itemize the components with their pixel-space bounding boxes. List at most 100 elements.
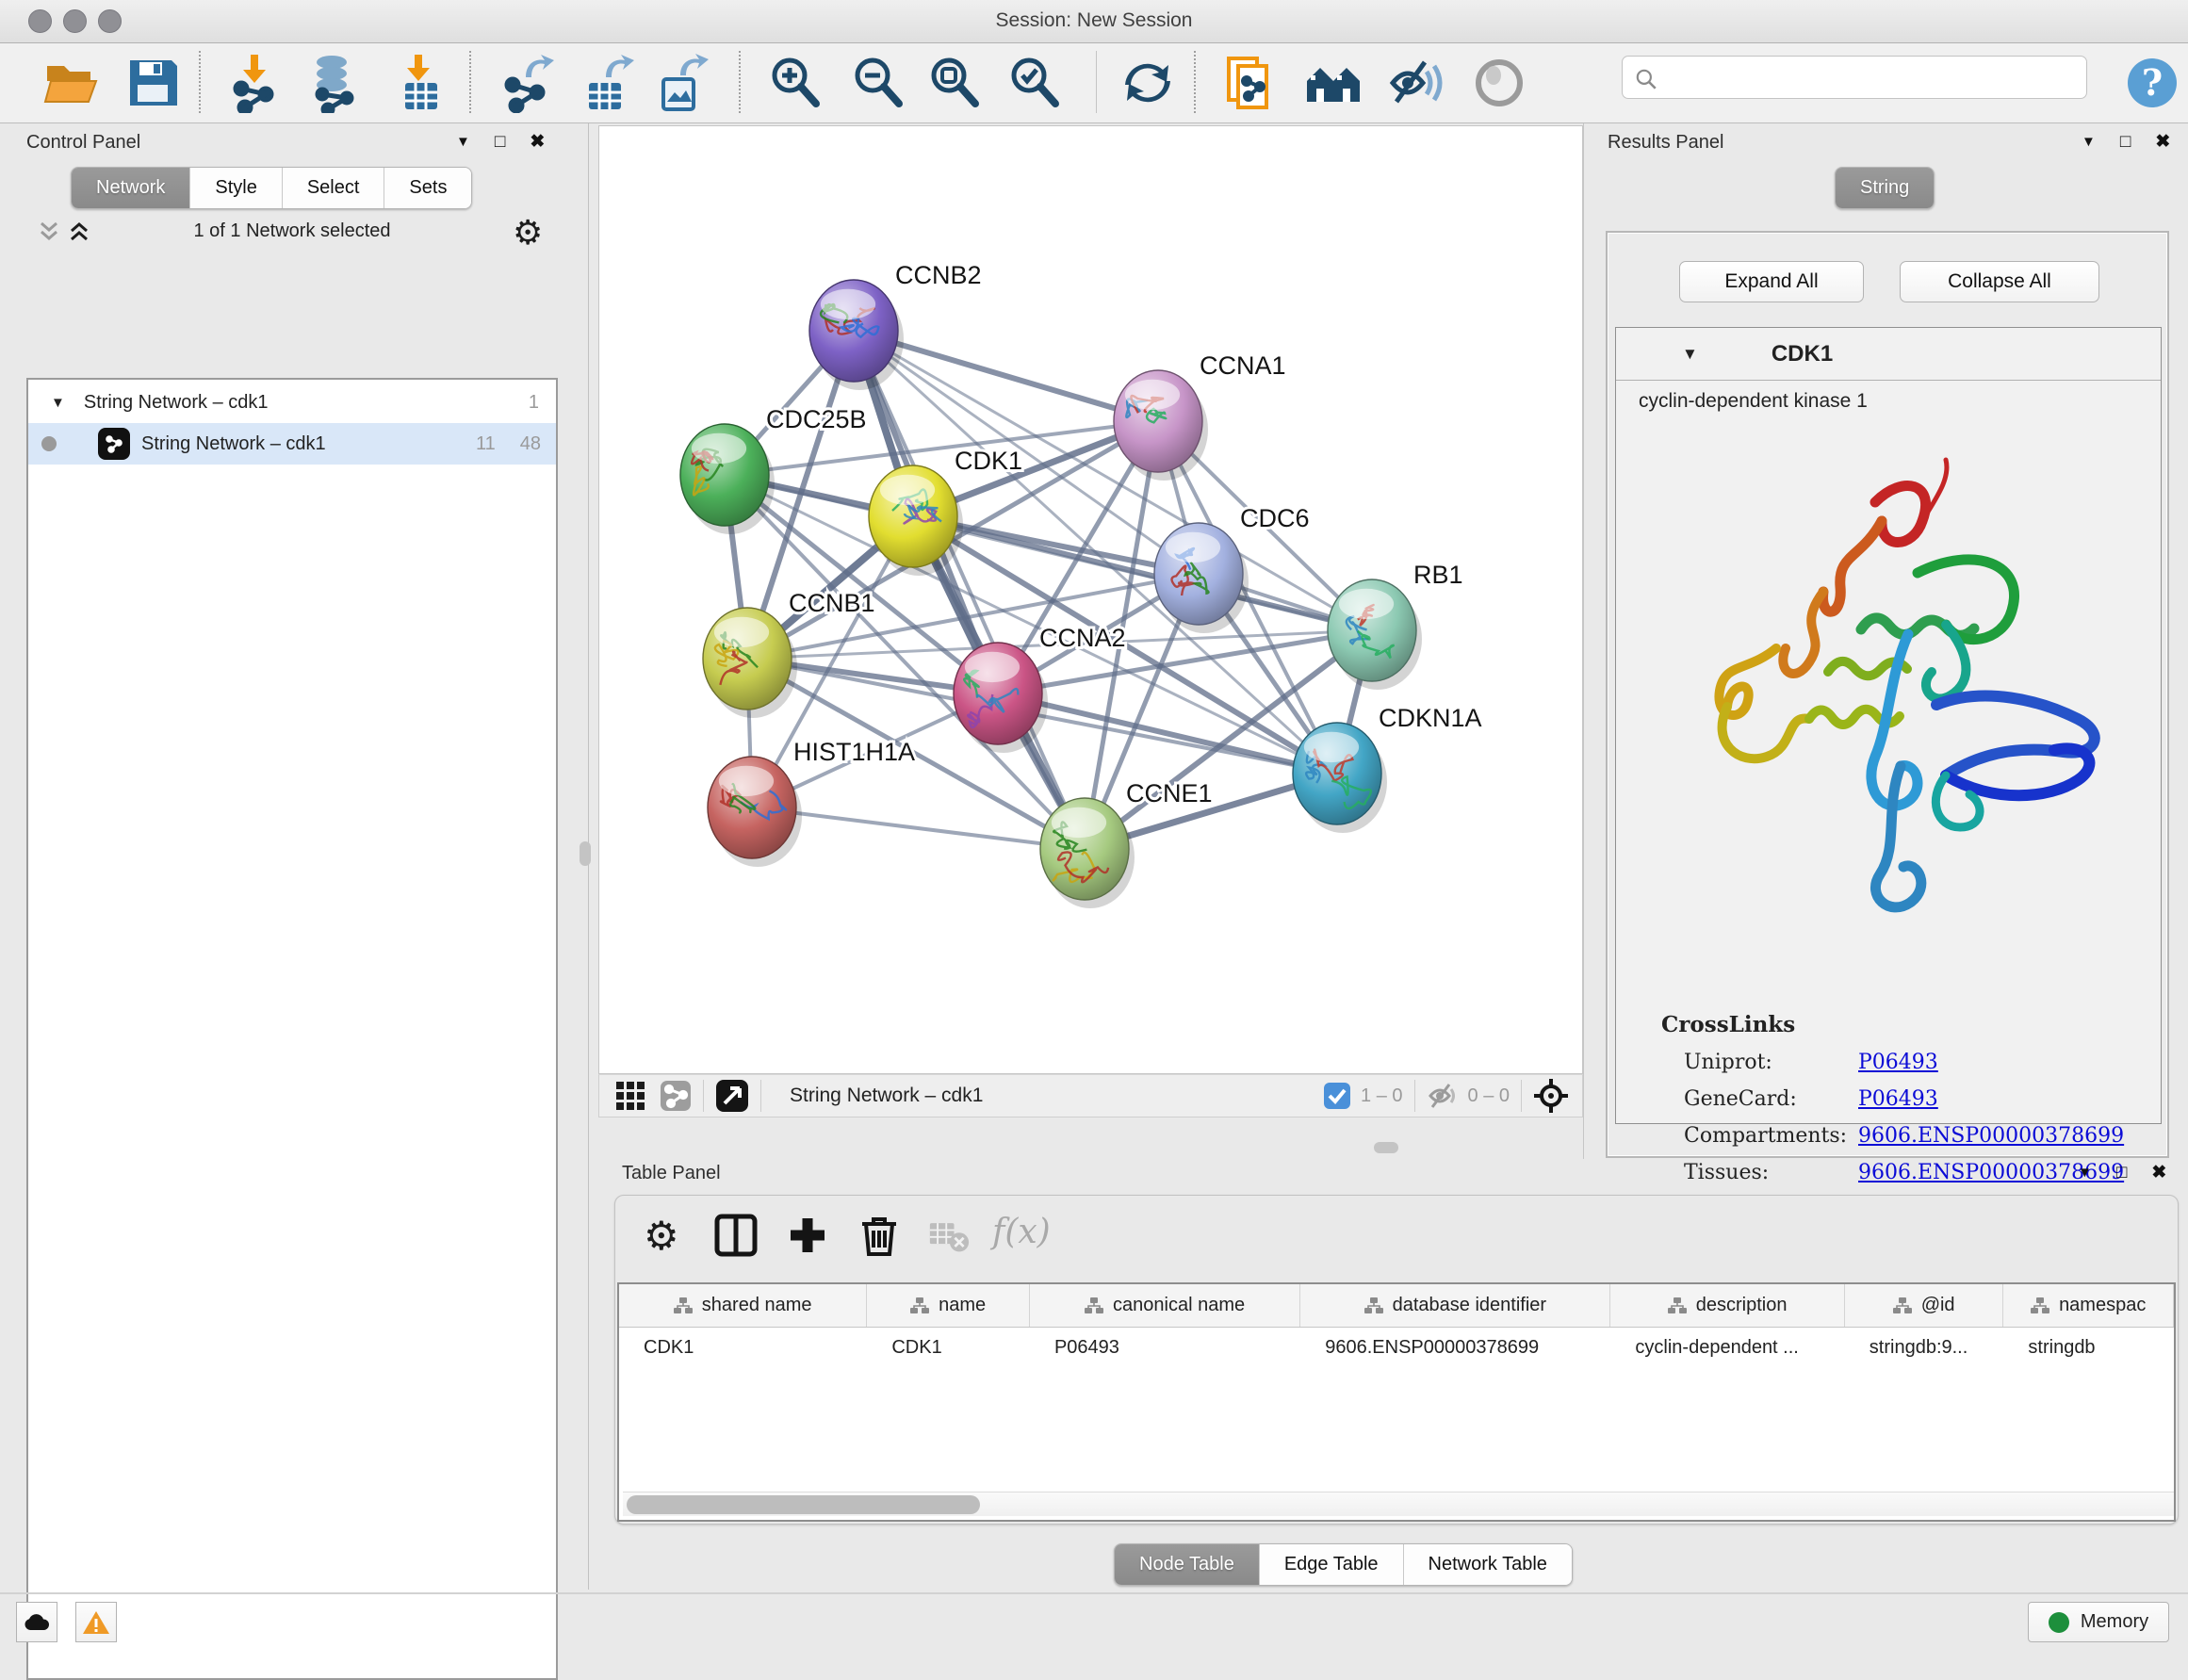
panel-float-icon[interactable]: □ bbox=[2120, 133, 2131, 151]
collection-expand-icon[interactable]: ▼ bbox=[51, 395, 65, 411]
share-document-icon[interactable] bbox=[1221, 53, 1282, 113]
panel-collapse-icon[interactable]: ▼ bbox=[2082, 135, 2096, 149]
add-column-icon[interactable] bbox=[785, 1213, 830, 1258]
cell-1[interactable]: CDK1 bbox=[867, 1328, 1030, 1367]
import-table-icon[interactable] bbox=[390, 53, 450, 113]
column-header-shared-name[interactable]: shared name bbox=[619, 1284, 867, 1327]
column-header-database-identifier[interactable]: database identifier bbox=[1300, 1284, 1610, 1327]
tab-edge-table[interactable]: Edge Table bbox=[1260, 1544, 1404, 1585]
cell-5[interactable]: stringdb:9... bbox=[1845, 1328, 2004, 1367]
string-home-icon[interactable] bbox=[1303, 53, 1363, 113]
cell-4[interactable]: cyclin-dependent ... bbox=[1610, 1328, 1844, 1367]
tab-select[interactable]: Select bbox=[283, 168, 385, 208]
collapse-all-button[interactable]: Collapse All bbox=[1900, 261, 2099, 302]
network-selector-text: 1 of 1 Network selected bbox=[122, 220, 462, 242]
table-options-gear-icon[interactable]: ⚙ bbox=[644, 1213, 689, 1258]
crosslink-compartments-link[interactable]: 9606.ENSP00000378699 bbox=[1858, 1124, 2124, 1148]
panel-collapse-icon[interactable]: ▼ bbox=[456, 135, 470, 149]
panel-collapse-icon[interactable]: ▼ bbox=[2078, 1166, 2092, 1180]
tab-network-table[interactable]: Network Table bbox=[1404, 1544, 1572, 1585]
crosslink-genecard-link[interactable]: P06493 bbox=[1858, 1087, 1938, 1111]
scrollbar-thumb[interactable] bbox=[627, 1495, 980, 1514]
column-header-@id[interactable]: @id bbox=[1845, 1284, 2004, 1327]
zoom-out-icon[interactable] bbox=[848, 53, 908, 113]
save-session-icon[interactable] bbox=[122, 53, 183, 113]
node-HIST1H1A[interactable]: HIST1H1A bbox=[708, 738, 915, 867]
export-table-icon[interactable] bbox=[578, 53, 638, 113]
network-view-toolbar: String Network – cdk1 1 – 0 0 – 0 bbox=[598, 1074, 1583, 1117]
edge-CCNA2-CDKN1A[interactable] bbox=[998, 693, 1337, 774]
expand-all-chevron-icon[interactable] bbox=[68, 220, 90, 244]
string-network-graph[interactable]: CCNB2CCNA1CDC25BCDK1CDC6RB1CCNB1CCNA2HIS… bbox=[599, 126, 1582, 1073]
table-horizontal-scrollbar[interactable] bbox=[623, 1492, 2174, 1516]
import-network-file-icon[interactable] bbox=[224, 53, 285, 113]
help-icon[interactable]: ? bbox=[2122, 53, 2182, 113]
edge-CCNB2-CCNE1[interactable] bbox=[854, 331, 1085, 849]
protein-expand-icon[interactable]: ▼ bbox=[1682, 345, 1698, 364]
crosshair-icon[interactable] bbox=[1533, 1078, 1569, 1114]
network-collection-row[interactable]: ▼ String Network – cdk1 1 bbox=[28, 382, 556, 423]
function-builder-icon[interactable]: f(x) bbox=[992, 1213, 1037, 1258]
grid-view-icon[interactable] bbox=[614, 1080, 646, 1112]
selected-checkbox-icon[interactable] bbox=[1323, 1082, 1351, 1110]
network-row-selected[interactable]: String Network – cdk1 11 48 bbox=[28, 423, 556, 465]
protein-description: cyclin-dependent kinase 1 bbox=[1639, 390, 1868, 413]
show-columns-icon[interactable] bbox=[713, 1213, 759, 1258]
column-type-icon bbox=[1364, 1297, 1383, 1315]
tab-string[interactable]: String bbox=[1836, 168, 1934, 208]
cell-6[interactable]: stringdb bbox=[2003, 1328, 2174, 1367]
panel-float-icon[interactable]: □ bbox=[2116, 1164, 2127, 1182]
network-options-gear-icon[interactable]: ⚙ bbox=[513, 213, 543, 253]
node-CCNE1[interactable]: CCNE1 bbox=[1040, 779, 1213, 908]
node-CDC6[interactable]: CDC6 bbox=[1154, 504, 1310, 633]
export-image-icon[interactable] bbox=[652, 53, 712, 113]
protein-header[interactable]: ▼ CDK1 bbox=[1616, 328, 2161, 381]
export-network-icon[interactable] bbox=[498, 53, 558, 113]
cloud-button[interactable] bbox=[16, 1602, 57, 1642]
hidden-eye-icon[interactable] bbox=[1427, 1082, 1459, 1110]
zoom-fit-icon[interactable] bbox=[924, 53, 985, 113]
birds-eye-view-icon[interactable] bbox=[715, 1079, 749, 1113]
column-header-namespac[interactable]: namespac bbox=[2003, 1284, 2174, 1327]
open-session-icon[interactable] bbox=[41, 53, 102, 113]
import-network-database-icon[interactable] bbox=[303, 53, 364, 113]
tab-node-table[interactable]: Node Table bbox=[1115, 1544, 1260, 1585]
refresh-icon[interactable] bbox=[1118, 53, 1178, 113]
hide-panel-eye-icon[interactable] bbox=[1383, 53, 1444, 113]
panel-close-icon[interactable]: ✖ bbox=[530, 133, 545, 151]
warning-button[interactable] bbox=[75, 1602, 117, 1642]
network-label: String Network – cdk1 bbox=[141, 433, 326, 455]
panel-close-icon[interactable]: ✖ bbox=[2155, 133, 2170, 151]
network-canvas[interactable]: CCNB2CCNA1CDC25BCDK1CDC6RB1CCNB1CCNA2HIS… bbox=[598, 125, 1583, 1074]
column-header-name[interactable]: name bbox=[867, 1284, 1030, 1327]
tab-sets[interactable]: Sets bbox=[384, 168, 471, 208]
panel-close-icon[interactable]: ✖ bbox=[2151, 1164, 2166, 1182]
bar-separator bbox=[760, 1080, 761, 1112]
crosslink-uniprot-link[interactable]: P06493 bbox=[1858, 1051, 1938, 1074]
expand-all-button[interactable]: Expand All bbox=[1679, 261, 1864, 302]
toolbar-separator bbox=[739, 51, 741, 113]
cell-3[interactable]: 9606.ENSP00000378699 bbox=[1300, 1328, 1610, 1367]
toolbar-separator bbox=[469, 51, 471, 113]
column-header-description[interactable]: description bbox=[1610, 1284, 1844, 1327]
tab-style[interactable]: Style bbox=[190, 168, 282, 208]
gray-eye-icon[interactable] bbox=[1469, 53, 1529, 113]
delete-column-icon[interactable] bbox=[857, 1213, 902, 1258]
node-RB1[interactable]: RB1 bbox=[1328, 561, 1463, 690]
memory-button[interactable]: Memory bbox=[2028, 1602, 2169, 1642]
share-view-icon[interactable] bbox=[660, 1080, 692, 1112]
collapse-all-chevron-icon[interactable] bbox=[38, 220, 60, 244]
tab-network[interactable]: Network bbox=[72, 168, 190, 208]
panel-float-icon[interactable]: □ bbox=[495, 133, 505, 151]
table-row[interactable]: CDK1CDK1P064939606.ENSP00000378699cyclin… bbox=[619, 1328, 2174, 1367]
search-input[interactable] bbox=[1664, 60, 2079, 94]
zoom-selected-icon[interactable] bbox=[1004, 53, 1065, 113]
left-splitter-handle[interactable] bbox=[580, 841, 591, 866]
cell-0[interactable]: CDK1 bbox=[619, 1328, 867, 1367]
clear-table-icon[interactable] bbox=[928, 1213, 970, 1258]
horizontal-splitter-handle[interactable] bbox=[1374, 1142, 1398, 1153]
cell-2[interactable]: P06493 bbox=[1030, 1328, 1300, 1367]
column-header-canonical-name[interactable]: canonical name bbox=[1030, 1284, 1300, 1327]
node-CDKN1A[interactable]: CDKN1A bbox=[1293, 704, 1482, 833]
zoom-in-icon[interactable] bbox=[765, 53, 825, 113]
